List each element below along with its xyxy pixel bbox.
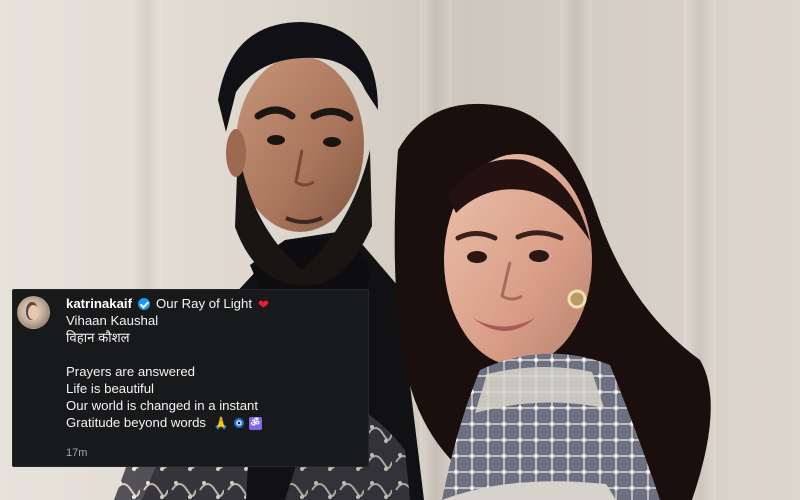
caption-title: Our Ray of Light	[155, 296, 253, 311]
baby-name-hindi: विहान कौशल	[66, 329, 130, 345]
man-face	[236, 56, 364, 232]
emoji-row: 🙏 ॐ	[213, 416, 262, 431]
caption-line: Life is beautiful	[66, 380, 154, 396]
caption-header: katrinakaif Our Ray of Light ❤	[66, 296, 362, 313]
om-icon: ॐ	[248, 416, 262, 430]
profile-avatar[interactable]	[17, 296, 50, 329]
caption-line-with-emojis: Gratitude beyond words 🙏 ॐ	[66, 415, 362, 432]
post-timestamp: 17m	[66, 447, 88, 459]
instagram-post-card: katrinakaif Our Ray of Light ❤ Vihaan Ka…	[12, 289, 369, 467]
nazar-icon	[233, 418, 244, 429]
post-caption: katrinakaif Our Ray of Light ❤ Vihaan Ka…	[66, 296, 362, 432]
photo-background: katrinakaif Our Ray of Light ❤ Vihaan Ka…	[0, 0, 800, 500]
verified-icon	[137, 298, 150, 311]
baby-name-english: Vihaan Kaushal	[66, 312, 159, 328]
heart-icon: ❤	[258, 296, 269, 312]
caption-line: Gratitude beyond words	[66, 414, 207, 430]
username[interactable]: katrinakaif	[66, 296, 132, 313]
caption-line: Our world is changed in a instant	[66, 397, 259, 413]
caption-line: Prayers are answered	[66, 363, 196, 379]
pray-icon: 🙏	[213, 416, 229, 431]
